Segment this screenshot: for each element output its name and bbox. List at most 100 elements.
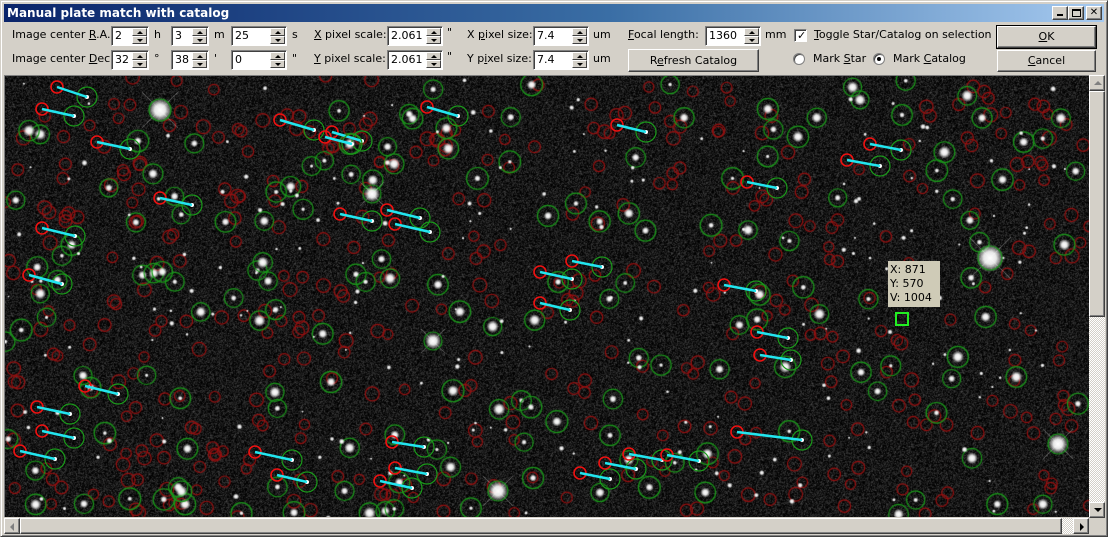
y-pixel-scale-value[interactable]: 2.061 xyxy=(391,53,423,67)
focal-length-value[interactable]: 1360 xyxy=(709,29,737,43)
dec-arcmin-spinner[interactable]: 38 xyxy=(171,50,209,70)
star-match[interactable] xyxy=(573,466,621,490)
spin-up-icon[interactable] xyxy=(132,52,147,60)
star-match[interactable] xyxy=(565,254,613,278)
spin-up-icon[interactable] xyxy=(132,28,147,36)
spin-down-icon[interactable] xyxy=(572,60,587,68)
spin-up-icon[interactable] xyxy=(572,52,587,60)
focal-length-spinner[interactable]: 1360 xyxy=(705,26,761,46)
spin-down-icon[interactable] xyxy=(270,36,285,44)
scroll-left-button[interactable] xyxy=(4,518,20,534)
refresh-catalog-button[interactable]: Refresh Catalog xyxy=(628,49,759,72)
spin-down-icon[interactable] xyxy=(132,36,147,44)
y-pixel-size-value[interactable]: 7.4 xyxy=(537,53,555,67)
spin-down-icon[interactable] xyxy=(132,60,147,68)
spin-up-icon[interactable] xyxy=(270,52,285,60)
window-title: Manual plate match with catalog xyxy=(7,6,230,20)
star-match[interactable] xyxy=(420,100,469,127)
cancel-button[interactable]: Cancel xyxy=(997,50,1096,72)
vertical-scroll-thumb[interactable] xyxy=(1089,91,1105,318)
x-pixel-size-value[interactable]: 7.4 xyxy=(537,29,555,43)
toggle-star-catalog-label[interactable]: Toggle Star/Catalog on selection xyxy=(814,28,992,42)
star-match[interactable] xyxy=(90,135,141,160)
star-match[interactable] xyxy=(35,102,85,127)
minimize-button[interactable] xyxy=(1052,6,1068,20)
star-match[interactable] xyxy=(78,379,129,405)
spin-up-icon[interactable] xyxy=(270,28,285,36)
maximize-button[interactable] xyxy=(1068,6,1084,20)
spin-up-icon[interactable] xyxy=(426,52,441,60)
spin-down-icon[interactable] xyxy=(270,60,285,68)
spin-up-icon[interactable] xyxy=(572,28,587,36)
star-match[interactable] xyxy=(717,278,767,302)
spin-down-icon[interactable] xyxy=(426,60,441,68)
spin-down-icon[interactable] xyxy=(744,36,759,44)
ra-seconds-spinner[interactable]: 25 xyxy=(231,26,287,46)
ra-hours-spinner[interactable]: 2 xyxy=(111,26,149,46)
dec-arcsec-value[interactable]: 0 xyxy=(235,53,242,67)
spin-up-icon[interactable] xyxy=(192,52,207,60)
spin-down-icon[interactable] xyxy=(192,36,207,44)
star-match[interactable] xyxy=(13,444,66,470)
star-match[interactable] xyxy=(385,435,435,458)
x-pixel-size-spinner[interactable]: 7.4 xyxy=(533,26,589,46)
ra-minutes-value[interactable]: 3 xyxy=(175,29,182,43)
star-match[interactable] xyxy=(610,118,657,143)
scroll-up-button[interactable] xyxy=(1089,75,1105,91)
star-match[interactable] xyxy=(50,80,98,108)
star-match[interactable] xyxy=(373,474,423,499)
scroll-right-button[interactable] xyxy=(1073,518,1089,534)
star-match[interactable] xyxy=(153,191,203,216)
star-match[interactable] xyxy=(30,400,81,425)
spin-up-icon[interactable] xyxy=(192,28,207,36)
star-match[interactable] xyxy=(388,461,438,485)
x-pixel-scale-spinner[interactable]: 2.061 xyxy=(387,26,443,46)
y-pixel-size-spinner[interactable]: 7.4 xyxy=(533,50,589,70)
ra-hours-value[interactable]: 2 xyxy=(115,29,122,43)
mark-catalog-label[interactable]: Mark Catalog xyxy=(893,52,966,66)
ra-minutes-spinner[interactable]: 3 xyxy=(171,26,209,46)
horizontal-scroll-thumb[interactable] xyxy=(20,518,1063,534)
dec-arcmin-value[interactable]: 38 xyxy=(175,53,189,67)
star-match[interactable] xyxy=(730,425,813,451)
mark-star-label[interactable]: Mark Star xyxy=(813,52,866,66)
x-pixel-size-label: X pixel size: xyxy=(467,28,533,41)
spin-up-icon[interactable] xyxy=(426,28,441,36)
star-match[interactable] xyxy=(270,468,318,493)
star-match[interactable] xyxy=(863,137,912,161)
star-match[interactable] xyxy=(248,445,303,471)
dec-degrees-spinner[interactable]: 32 xyxy=(111,50,149,70)
star-match[interactable] xyxy=(840,153,891,177)
horizontal-scrollbar[interactable] xyxy=(4,518,1089,534)
readout-v: V: 1004 xyxy=(890,291,932,304)
x-pixel-scale-value[interactable]: 2.061 xyxy=(391,29,423,43)
spin-up-icon[interactable] xyxy=(744,28,759,36)
spin-down-icon[interactable] xyxy=(192,60,207,68)
toggle-star-catalog-checkbox[interactable]: ✓ xyxy=(794,29,807,42)
y-pixel-scale-spinner[interactable]: 2.061 xyxy=(387,50,443,70)
star-match[interactable] xyxy=(533,296,581,321)
star-match[interactable] xyxy=(35,424,85,449)
dec-arcsec-spinner[interactable]: 0 xyxy=(231,50,287,70)
star-match[interactable] xyxy=(388,217,441,243)
spin-down-icon[interactable] xyxy=(572,36,587,44)
ok-button[interactable]: OK xyxy=(996,25,1097,49)
star-match[interactable] xyxy=(533,265,583,290)
spin-down-icon[interactable] xyxy=(426,36,441,44)
star-match[interactable] xyxy=(750,325,799,349)
scroll-down-button[interactable] xyxy=(1089,502,1105,518)
star-field-image[interactable]: X: 871 Y: 570 V: 1004 xyxy=(4,75,1089,517)
ra-seconds-value[interactable]: 25 xyxy=(235,29,249,43)
star-match[interactable] xyxy=(333,207,383,232)
star-match[interactable] xyxy=(22,268,73,295)
mark-star-radio[interactable] xyxy=(793,53,805,65)
star-match[interactable] xyxy=(273,113,325,141)
star-match[interactable] xyxy=(740,175,788,199)
close-button[interactable]: ✕ xyxy=(1086,6,1102,20)
vertical-scrollbar[interactable] xyxy=(1089,75,1105,518)
star-match[interactable] xyxy=(35,221,86,247)
mark-catalog-radio[interactable] xyxy=(873,53,885,65)
dec-degrees-value[interactable]: 32 xyxy=(115,53,129,67)
star-match[interactable] xyxy=(598,456,647,480)
star-match[interactable] xyxy=(753,348,802,371)
